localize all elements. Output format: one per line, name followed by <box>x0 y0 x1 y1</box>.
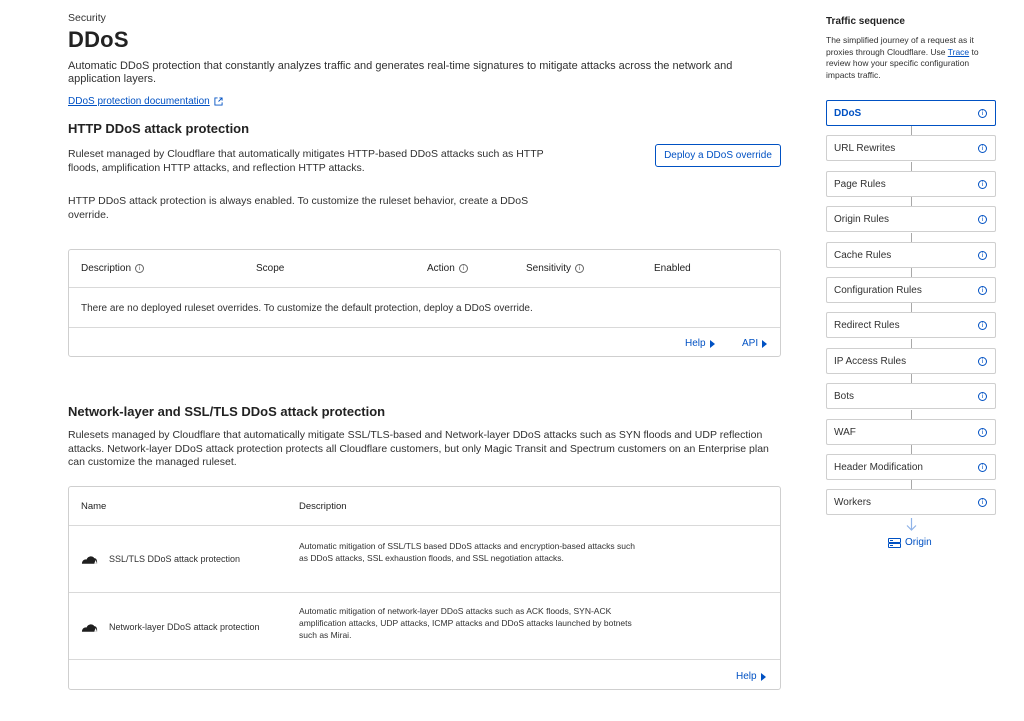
info-icon[interactable]: i <box>978 392 987 401</box>
step-label: IP Access Rules <box>834 356 907 367</box>
http-section-note: HTTP DDoS attack protection is always en… <box>68 195 529 221</box>
traffic-step-header-modification[interactable]: Header Modification i <box>826 454 996 480</box>
table-footer: Help <box>69 661 780 690</box>
info-icon[interactable]: i <box>575 264 585 273</box>
step-label: Redirect Rules <box>834 320 900 331</box>
doc-link-label: DDoS protection documentation <box>68 96 210 107</box>
server-icon <box>888 537 901 548</box>
network-section-description: Rulesets managed by Cloudflare that auto… <box>68 429 769 468</box>
trace-link[interactable]: Trace <box>948 47 969 57</box>
table-row[interactable]: SSL/TLS DDoS attack protection Automatic… <box>69 526 780 593</box>
external-link-icon <box>214 97 223 106</box>
http-section-description: Ruleset managed by Cloudflare that autom… <box>68 148 544 174</box>
ruleset-name: SSL/TLS DDoS attack protection <box>109 554 241 564</box>
column-header-scope: Scope <box>256 263 285 274</box>
traffic-step-waf[interactable]: WAF i <box>826 419 996 445</box>
traffic-step-bots[interactable]: Bots i <box>826 383 996 409</box>
cloudflare-logo-icon <box>81 556 98 564</box>
caret-right-icon <box>760 672 766 681</box>
ddos-documentation-link[interactable]: DDoS protection documentation <box>68 96 223 107</box>
arrow-down-icon <box>906 518 917 531</box>
traffic-step-page-rules[interactable]: Page Rules i <box>826 171 996 197</box>
http-section-title: HTTP DDoS attack protection <box>68 121 250 136</box>
traffic-step-url-rewrites[interactable]: URL Rewrites i <box>826 135 996 161</box>
network-section-title: Network-layer and SSL/TLS DDoS attack pr… <box>68 404 386 419</box>
column-header-enabled: Enabled <box>654 263 691 274</box>
column-header-sensitivity[interactable]: Sensitivity i <box>526 263 585 274</box>
info-icon[interactable]: i <box>978 109 987 118</box>
table-header: Description i Scope Action i Sensitivity… <box>69 250 780 288</box>
column-header-action[interactable]: Action i <box>427 263 468 274</box>
step-label: Page Rules <box>834 179 886 190</box>
ruleset-description: Automatic mitigation of network-layer DD… <box>299 606 632 640</box>
deploy-ddos-override-button[interactable]: Deploy a DDoS override <box>655 144 781 167</box>
step-label: Workers <box>834 497 872 508</box>
origin-label: Origin <box>905 537 932 548</box>
empty-state-message: There are no deployed ruleset overrides.… <box>81 303 533 314</box>
info-icon[interactable]: i <box>978 144 987 153</box>
overrides-table: Description i Scope Action i Sensitivity… <box>68 249 781 357</box>
step-label: DDoS <box>834 108 862 119</box>
info-icon[interactable]: i <box>978 215 987 224</box>
traffic-sequence-description: The simplified journey of a request as i… <box>826 35 979 80</box>
traffic-step-ip-access-rules[interactable]: IP Access Rules i <box>826 348 996 374</box>
step-label: Configuration Rules <box>834 285 922 296</box>
traffic-sequence-title: Traffic sequence <box>826 16 905 27</box>
info-icon[interactable]: i <box>135 264 145 273</box>
page-description: Automatic DDoS protection that constantl… <box>68 60 733 85</box>
info-icon[interactable]: i <box>978 463 987 472</box>
help-link[interactable]: Help <box>736 671 766 682</box>
traffic-step-redirect-rules[interactable]: Redirect Rules i <box>826 312 996 338</box>
traffic-step-ddos[interactable]: DDoS i <box>826 100 996 126</box>
info-icon[interactable]: i <box>978 180 987 189</box>
page-title: DDoS <box>68 27 129 52</box>
table-row[interactable]: Network-layer DDoS attack protection Aut… <box>69 593 780 660</box>
info-icon[interactable]: i <box>978 428 987 437</box>
step-label: Header Modification <box>834 462 923 473</box>
origin-endpoint: Origin <box>888 537 932 548</box>
ruleset-description: Automatic mitigation of SSL/TLS based DD… <box>299 541 635 563</box>
table-footer: Help API <box>69 327 780 357</box>
managed-rulesets-table: Name Description SSL/TLS DDoS attack pro… <box>68 486 781 690</box>
traffic-step-configuration-rules[interactable]: Configuration Rules i <box>826 277 996 303</box>
ruleset-name: Network-layer DDoS attack protection <box>109 622 260 632</box>
info-icon[interactable]: i <box>978 251 987 260</box>
step-label: Cache Rules <box>834 250 892 261</box>
column-header-description: Description <box>299 501 347 512</box>
column-header-description[interactable]: Description i <box>81 263 145 274</box>
info-icon[interactable]: i <box>978 321 987 330</box>
step-label: Origin Rules <box>834 214 890 225</box>
info-icon[interactable]: i <box>458 264 468 273</box>
step-label: URL Rewrites <box>834 143 896 154</box>
table-header: Name Description <box>69 487 780 526</box>
api-link[interactable]: API <box>742 338 768 349</box>
traffic-step-cache-rules[interactable]: Cache Rules i <box>826 242 996 268</box>
traffic-step-origin-rules[interactable]: Origin Rules i <box>826 206 996 232</box>
step-label: WAF <box>834 427 856 438</box>
step-label: Bots <box>834 391 855 402</box>
traffic-step-workers[interactable]: Workers i <box>826 489 996 515</box>
help-link[interactable]: Help <box>685 338 715 349</box>
info-icon[interactable]: i <box>978 286 987 295</box>
column-header-name: Name <box>81 501 107 512</box>
cloudflare-logo-icon <box>81 624 98 632</box>
section-eyebrow: Security <box>68 12 106 24</box>
caret-right-icon <box>762 339 768 348</box>
info-icon[interactable]: i <box>978 498 987 507</box>
info-icon[interactable]: i <box>978 357 987 366</box>
caret-right-icon <box>709 339 715 348</box>
